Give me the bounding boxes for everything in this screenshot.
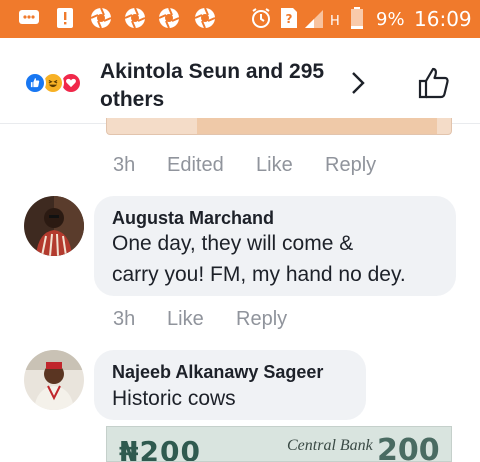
like-button[interactable]: Like	[256, 154, 293, 177]
edited-label[interactable]: Edited	[167, 154, 224, 177]
note-value-left: ₦200	[119, 435, 201, 462]
comment-time: 3h	[113, 154, 136, 176]
reaction-icons[interactable]	[24, 72, 96, 94]
unknown-sim-icon: ?	[281, 8, 297, 28]
aperture-icon	[90, 7, 112, 29]
status-bar: ? H 9% 16:09	[0, 0, 480, 38]
network-type-label: H	[330, 14, 340, 29]
reply-button[interactable]: Reply	[236, 308, 287, 331]
comment-time: 3h	[113, 308, 136, 330]
note-bank-text: Central Bank	[287, 437, 373, 454]
comment-author[interactable]: Augusta Marchand	[112, 208, 274, 229]
avatar[interactable]	[24, 196, 84, 256]
svg-text:?: ?	[286, 12, 293, 26]
reactors-title[interactable]: Akintola Seun and 295 others	[100, 58, 345, 114]
signal-icon	[305, 10, 323, 28]
battery-percent: 9%	[376, 9, 405, 30]
reply-button[interactable]: Reply	[325, 154, 376, 177]
battery-icon	[351, 7, 363, 29]
avatar-photo-icon	[24, 350, 84, 410]
like-button[interactable]: Like	[167, 308, 204, 331]
comment-text: Historic cows	[112, 387, 236, 410]
previous-comment-image[interactable]	[106, 118, 452, 135]
message-icon	[19, 10, 39, 24]
comment-image-banknote[interactable]: ₦200 Central Bank 200	[106, 426, 452, 462]
like-thumb-icon[interactable]	[417, 66, 451, 100]
aperture-icon	[158, 7, 180, 29]
avatar[interactable]	[24, 350, 84, 410]
chevron-right-icon[interactable]	[348, 70, 368, 96]
comment-author[interactable]: Najeeb Alkanawy Sageer	[112, 362, 323, 383]
comment-text-line: One day, they will come &	[112, 232, 354, 255]
note-value-right: 200	[377, 433, 440, 462]
alert-icon	[57, 8, 73, 28]
alarm-icon	[252, 8, 270, 28]
aperture-icon	[194, 7, 216, 29]
aperture-icon	[124, 7, 146, 29]
clock: 16:09	[414, 7, 472, 31]
like-reaction-icon	[24, 72, 46, 94]
comment-text-line: carry you! FM, my hand no dey.	[112, 263, 406, 286]
avatar-photo-icon	[24, 196, 84, 256]
